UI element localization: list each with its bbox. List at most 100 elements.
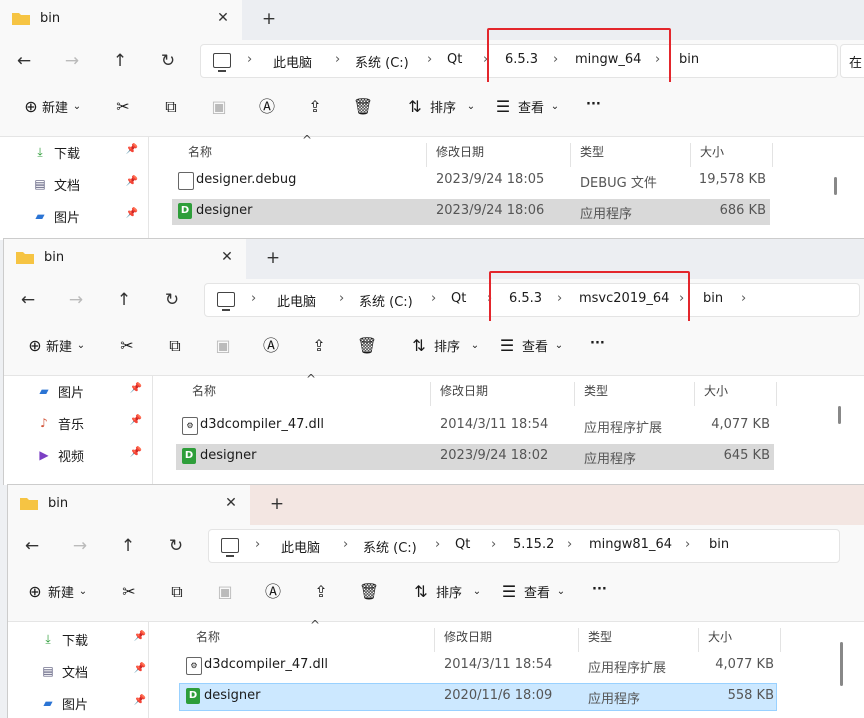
column-header-type[interactable]: 类型 (580, 143, 604, 160)
table-row[interactable]: D designer 2023/9/24 18:02 应用程序 645 KB (176, 444, 774, 470)
column-header-name[interactable]: 名称 (192, 382, 216, 399)
chevron-down-icon[interactable]: ⌄ (548, 335, 570, 357)
sort-icon[interactable]: ⇅ (408, 335, 430, 357)
column-divider[interactable] (426, 143, 427, 167)
paste-icon[interactable]: ▣ (214, 581, 236, 603)
sort-button[interactable]: 排序 (436, 582, 462, 601)
chevron-right-icon[interactable]: › (435, 537, 440, 552)
chevron-right-icon[interactable]: › (255, 537, 260, 552)
pin-icon[interactable]: 📌 (126, 208, 138, 219)
pin-icon[interactable]: 📌 (130, 383, 142, 394)
column-divider[interactable] (578, 628, 579, 652)
pin-icon[interactable]: 📌 (126, 176, 138, 187)
view-button[interactable]: 查看 (518, 97, 544, 116)
close-tab-icon[interactable]: ✕ (220, 492, 242, 514)
column-header-size[interactable]: 大小 (700, 143, 724, 160)
column-header-date[interactable]: 修改日期 (440, 382, 488, 399)
pin-icon[interactable]: 📌 (126, 144, 138, 155)
breadcrumb-item[interactable]: 5.15.2 (513, 537, 554, 552)
view-icon[interactable]: ☰ (492, 96, 514, 118)
tab-bin[interactable]: bin ✕ (4, 239, 246, 279)
chevron-right-icon[interactable]: › (251, 291, 256, 306)
close-tab-icon[interactable]: ✕ (216, 246, 238, 268)
breadcrumb-item[interactable]: Qt (451, 291, 466, 306)
chevron-down-icon[interactable]: ⌄ (466, 581, 488, 603)
column-divider[interactable] (690, 143, 691, 167)
pin-icon[interactable]: 📌 (130, 447, 142, 458)
chevron-down-icon[interactable]: ⌄ (460, 96, 482, 118)
sidebar-item-documents[interactable]: ▤ 文档 📌 (28, 172, 142, 198)
address-bar[interactable]: › 此电脑 › 系统 (C:) › Qt › 5.15.2 › mingw81_… (208, 529, 840, 563)
refresh-button[interactable]: ↻ (160, 288, 184, 312)
table-row[interactable]: ⚙ d3dcompiler_47.dll 2014/3/11 18:54 应用程… (180, 653, 778, 679)
breadcrumb-item[interactable]: 系统 (C:) (359, 291, 413, 310)
chevron-right-icon[interactable]: › (567, 537, 572, 552)
sidebar-item-videos[interactable]: ▶ 视频 📌 (32, 443, 146, 469)
chevron-down-icon[interactable]: ⌄ (550, 581, 572, 603)
tab-bin[interactable]: bin ✕ (0, 0, 242, 40)
share-icon[interactable]: ⇪ (310, 581, 332, 603)
column-divider[interactable] (772, 143, 773, 167)
table-row[interactable]: designer.debug 2023/9/24 18:05 DEBUG 文件 … (172, 168, 770, 194)
breadcrumb-item[interactable]: 此电脑 (277, 291, 316, 310)
cut-icon[interactable]: ✂ (118, 581, 140, 603)
column-divider[interactable] (694, 382, 695, 406)
breadcrumb-item[interactable]: bin (679, 52, 699, 67)
view-button[interactable]: 查看 (524, 582, 550, 601)
breadcrumb-item[interactable]: 系统 (C:) (363, 537, 417, 556)
paste-icon[interactable]: ▣ (208, 96, 230, 118)
view-icon[interactable]: ☰ (496, 335, 518, 357)
refresh-button[interactable]: ↻ (164, 534, 188, 558)
pin-icon[interactable]: 📌 (134, 695, 146, 706)
column-divider[interactable] (776, 382, 777, 406)
copy-icon[interactable]: ⧉ (160, 96, 182, 118)
column-header-type[interactable]: 类型 (588, 628, 612, 645)
copy-icon[interactable]: ⧉ (164, 335, 186, 357)
column-header-name[interactable]: 名称 (196, 628, 220, 645)
more-button[interactable]: ··· (586, 97, 601, 112)
chevron-right-icon[interactable]: › (685, 537, 690, 552)
chevron-right-icon[interactable]: › (343, 537, 348, 552)
breadcrumb-item[interactable]: 系统 (C:) (355, 52, 409, 71)
chevron-right-icon[interactable]: › (247, 52, 252, 67)
column-divider[interactable] (574, 382, 575, 406)
forward-button[interactable]: → (64, 288, 88, 312)
table-row[interactable]: D designer 2023/9/24 18:06 应用程序 686 KB (172, 199, 770, 225)
view-icon[interactable]: ☰ (498, 581, 520, 603)
breadcrumb-item[interactable]: 此电脑 (281, 537, 320, 556)
column-divider[interactable] (430, 382, 431, 406)
scrollbar[interactable] (834, 177, 837, 195)
column-divider[interactable] (780, 628, 781, 652)
new-button[interactable]: 新建 (48, 582, 74, 601)
new-button[interactable]: 新建 (46, 336, 72, 355)
table-row[interactable]: ⚙ d3dcompiler_47.dll 2014/3/11 18:54 应用程… (176, 413, 774, 439)
back-button[interactable]: ← (12, 49, 36, 73)
tab-bin[interactable]: bin ✕ (8, 485, 250, 525)
copy-icon[interactable]: ⧉ (166, 581, 188, 603)
sidebar-item-downloads[interactable]: ⤓ 下载 📌 (36, 627, 150, 653)
up-button[interactable]: ↑ (108, 49, 132, 73)
chevron-right-icon[interactable]: › (335, 52, 340, 67)
cut-icon[interactable]: ✂ (112, 96, 134, 118)
sidebar-item-downloads[interactable]: ⤓ 下载 📌 (28, 140, 142, 166)
sort-button[interactable]: 排序 (434, 336, 460, 355)
pin-icon[interactable]: 📌 (130, 415, 142, 426)
new-tab-button[interactable]: + (262, 247, 284, 269)
view-button[interactable]: 查看 (522, 336, 548, 355)
sort-icon[interactable]: ⇅ (404, 96, 426, 118)
back-button[interactable]: ← (16, 288, 40, 312)
chevron-down-icon[interactable]: ⌄ (70, 335, 92, 357)
breadcrumb-item[interactable]: Qt (455, 537, 470, 552)
up-button[interactable]: ↑ (112, 288, 136, 312)
new-button[interactable]: 新建 (42, 97, 68, 116)
more-button[interactable]: ··· (592, 582, 607, 597)
breadcrumb-item[interactable]: bin (703, 291, 723, 306)
column-header-date[interactable]: 修改日期 (444, 628, 492, 645)
scrollbar[interactable] (840, 642, 843, 686)
column-divider[interactable] (570, 143, 571, 167)
breadcrumb-item[interactable]: mingw81_64 (589, 537, 672, 552)
back-button[interactable]: ← (20, 534, 44, 558)
close-tab-icon[interactable]: ✕ (212, 7, 234, 29)
column-divider[interactable] (434, 628, 435, 652)
forward-button[interactable]: → (60, 49, 84, 73)
